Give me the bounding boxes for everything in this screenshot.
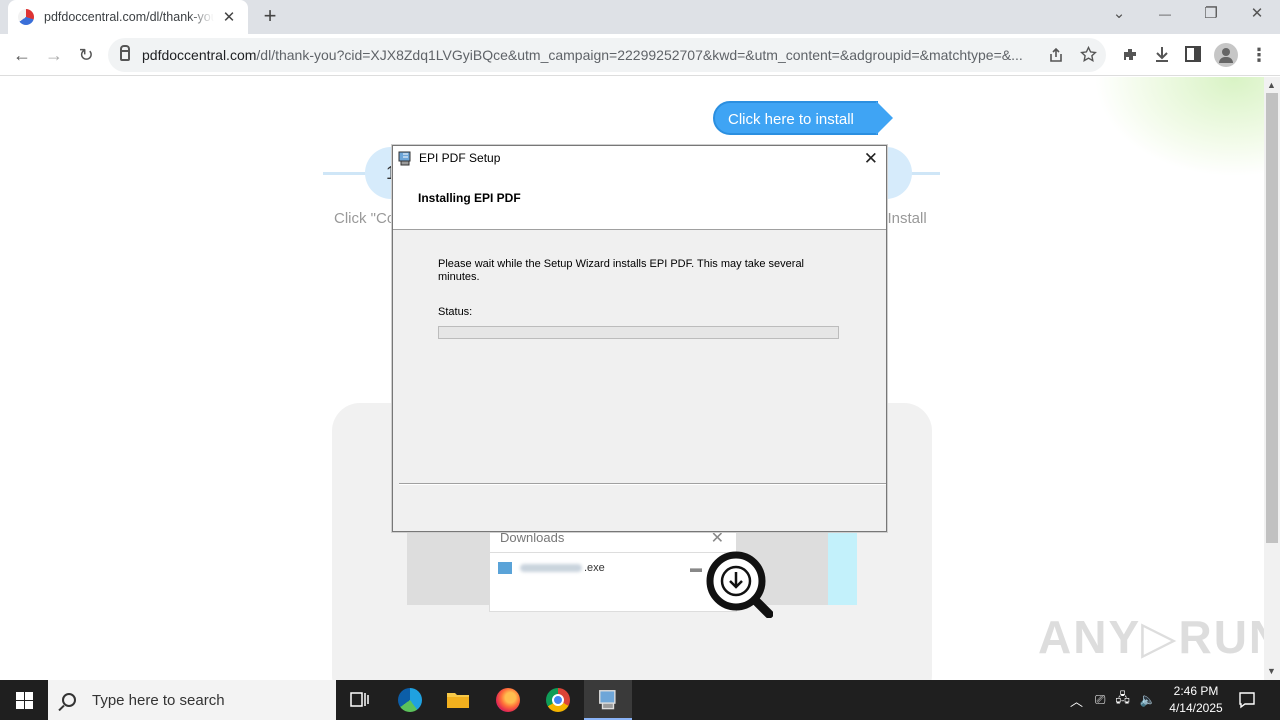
- side-panel-icon[interactable]: [1185, 46, 1201, 62]
- network-icon[interactable]: 🖧: [1115, 689, 1130, 711]
- new-tab-button[interactable]: +: [258, 4, 282, 28]
- site-favicon-icon: [18, 9, 34, 25]
- download-item: .exe ▬↗: [490, 553, 736, 583]
- installer-file-icon: [498, 562, 512, 574]
- dialog-message: Please wait while the Setup Wizard insta…: [438, 258, 805, 283]
- lock-icon[interactable]: [120, 44, 130, 61]
- taskbar-clock[interactable]: 2:46 PM 4/14/2025: [1160, 683, 1232, 717]
- tray-overflow-chevron-icon[interactable]: ︿: [1070, 691, 1083, 710]
- page-scrollbar[interactable]: ▲ ▼: [1264, 77, 1280, 680]
- anyrun-watermark: ANY▷RUN: [1038, 611, 1280, 663]
- taskbar-edge[interactable]: [386, 680, 434, 720]
- setup-dialog: EPI PDF Setup ✕ Installing EPI PDF Pleas…: [392, 145, 887, 532]
- dialog-heading: Installing EPI PDF: [418, 191, 521, 205]
- dialog-separator: [399, 483, 886, 485]
- dialog-banner: Installing EPI PDF: [393, 170, 886, 230]
- bookmark-star-icon[interactable]: [1080, 46, 1097, 63]
- download-icon[interactable]: [1153, 45, 1171, 63]
- step-3-text: l Install: [880, 210, 927, 227]
- taskbar-search-box[interactable]: Type here to search: [48, 680, 336, 720]
- installer-icon: [398, 151, 411, 166]
- tab-title: pdfdoccentral.com/dl/thank-you: [44, 10, 214, 24]
- reload-button[interactable]: ↻: [73, 42, 99, 68]
- clock-date: 4/14/2025: [1169, 701, 1223, 715]
- decorative-glow: [1094, 77, 1264, 177]
- step-1-text: Click "Co: [334, 210, 396, 227]
- downloads-title: Downloads: [500, 530, 565, 545]
- click-here-to-install-button[interactable]: Click here to install: [713, 101, 893, 135]
- menu-kebab-icon[interactable]: ⋮: [1246, 42, 1272, 68]
- back-button[interactable]: ←: [9, 42, 35, 68]
- dialog-title: EPI PDF Setup: [419, 151, 501, 165]
- url-text[interactable]: pdfdoccentral.com/dl/thank-you?cid=XJX8Z…: [142, 47, 1037, 63]
- browser-toolbar: ← → ↻ pdfdoccentral.com/dl/thank-you?cid…: [0, 34, 1280, 76]
- install-progress-bar: [438, 326, 839, 339]
- window-close-button[interactable]: ✕: [1234, 0, 1280, 30]
- status-label: Status:: [438, 306, 473, 318]
- extensions-icon[interactable]: [1121, 46, 1139, 64]
- scroll-down-icon[interactable]: ▼: [1267, 666, 1276, 676]
- scrollbar-thumb[interactable]: [1266, 93, 1278, 543]
- window-minimize-button[interactable]: —: [1142, 0, 1188, 30]
- installer-taskbar-icon: [599, 690, 616, 710]
- share-icon[interactable]: [1048, 47, 1064, 63]
- edge-icon: [398, 688, 422, 712]
- task-view-icon: [350, 692, 369, 707]
- system-tray: ︿ ⎚ 🖧 🔈: [1070, 680, 1156, 720]
- search-icon: [62, 693, 76, 707]
- folder-icon: [447, 693, 469, 708]
- browser-tab[interactable]: pdfdoccentral.com/dl/thank-you ✕: [8, 0, 248, 34]
- profile-avatar[interactable]: [1214, 43, 1238, 67]
- address-bar[interactable]: pdfdoccentral.com/dl/thank-you?cid=XJX8Z…: [108, 38, 1106, 72]
- meet-now-icon[interactable]: ⎚: [1095, 692, 1105, 708]
- browser-tabstrip: pdfdoccentral.com/dl/thank-you ✕ + ⌄ — ❐…: [0, 0, 1280, 34]
- scroll-up-icon[interactable]: ▲: [1267, 80, 1276, 90]
- chrome-icon: [546, 688, 570, 712]
- window-restore-button[interactable]: ❐: [1188, 0, 1234, 30]
- notification-center-icon[interactable]: [1238, 691, 1256, 709]
- dialog-titlebar[interactable]: EPI PDF Setup ✕: [393, 146, 886, 170]
- firefox-icon: [496, 688, 520, 712]
- clock-time: 2:46 PM: [1173, 684, 1219, 698]
- windows-taskbar: Type here to search ︿ ⎚ 🖧 🔈 2:46 PM 4/14…: [0, 680, 1280, 720]
- download-filename: .exe: [584, 562, 605, 574]
- tab-search-chevron-icon[interactable]: ⌄: [1096, 0, 1142, 30]
- start-button[interactable]: [0, 680, 48, 720]
- taskbar-chrome[interactable]: [534, 680, 582, 720]
- taskbar-epi-pdf-setup[interactable]: [584, 680, 632, 720]
- tab-close-icon[interactable]: ✕: [220, 8, 238, 26]
- forward-button[interactable]: →: [41, 42, 67, 68]
- dialog-body: Please wait while the Setup Wizard insta…: [393, 230, 886, 339]
- task-view-button[interactable]: [336, 680, 384, 720]
- volume-icon[interactable]: 🔈: [1140, 692, 1156, 708]
- search-placeholder: Type here to search: [92, 691, 225, 709]
- taskbar-firefox[interactable]: [484, 680, 532, 720]
- downloads-panel-illustration: Downloads ✕ .exe ▬↗: [489, 522, 737, 612]
- taskbar-file-explorer[interactable]: [434, 680, 482, 720]
- download-magnifier-icon: [706, 551, 773, 618]
- dialog-close-button[interactable]: ✕: [864, 149, 878, 169]
